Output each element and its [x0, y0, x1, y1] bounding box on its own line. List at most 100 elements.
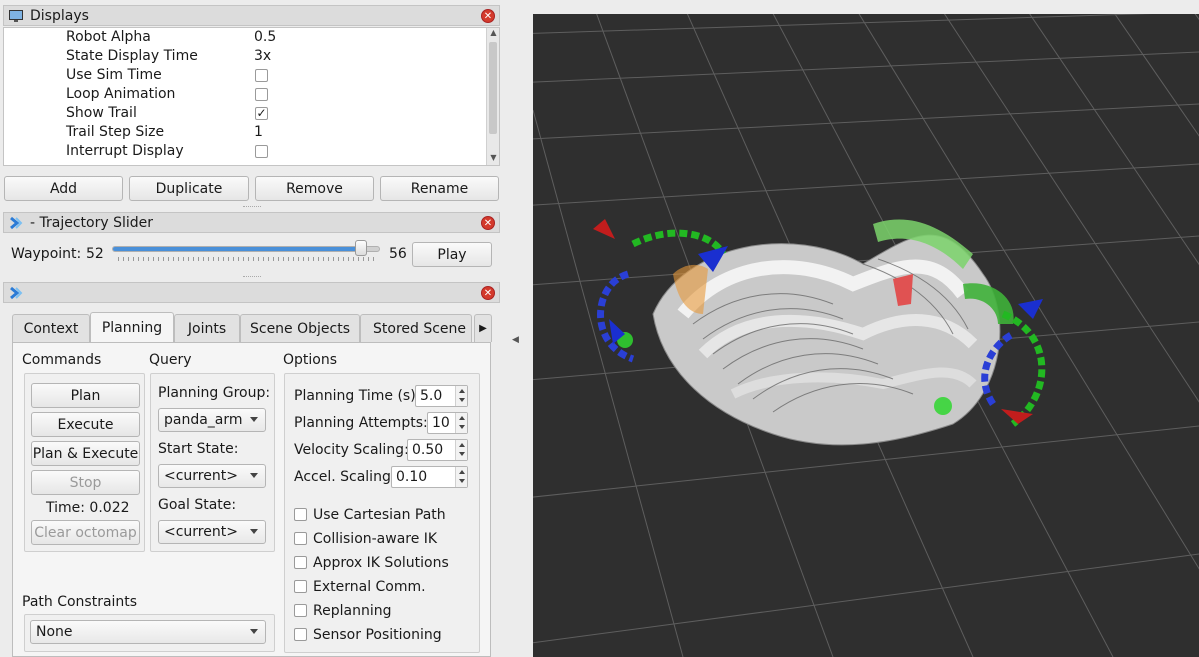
- tab-planning[interactable]: Planning: [90, 312, 174, 343]
- planning-group-value: panda_arm: [164, 412, 243, 428]
- accel-scaling-label: Accel. Scaling:: [294, 469, 396, 485]
- goal-state-value: <current>: [164, 524, 238, 540]
- loop-animation-checkbox[interactable]: [255, 88, 268, 101]
- interrupt-display-checkbox[interactable]: [255, 145, 268, 158]
- accel-scaling-spinbox[interactable]: 0.10: [391, 466, 468, 488]
- use-sim-time-checkbox[interactable]: [255, 69, 268, 82]
- waypoint-slider-handle[interactable]: [355, 240, 367, 256]
- waypoint-current: 52: [86, 246, 104, 262]
- planning-attempts-spinbox[interactable]: 10: [427, 412, 468, 434]
- property-row[interactable]: Interrupt Display: [4, 142, 488, 161]
- property-row[interactable]: Use Sim Time: [4, 66, 488, 85]
- property-value[interactable]: 1: [254, 124, 263, 140]
- spin-arrows-icon[interactable]: [455, 386, 467, 406]
- start-state-value: <current>: [164, 468, 238, 484]
- option-label: External Comm.: [313, 579, 426, 595]
- spin-arrows-icon[interactable]: [455, 413, 467, 433]
- path-constraints-select[interactable]: None: [30, 620, 266, 644]
- property-value[interactable]: 3x: [254, 48, 271, 64]
- property-row[interactable]: Robot Alpha 0.5: [4, 28, 488, 47]
- query-label: Query: [149, 352, 192, 368]
- planning-time-spinbox[interactable]: 5.0: [415, 385, 468, 407]
- property-row[interactable]: Show Trail ✓: [4, 104, 488, 123]
- scroll-down-icon[interactable]: ▼: [487, 153, 499, 165]
- external-comm-checkbox[interactable]: [294, 580, 307, 593]
- replanning-checkbox[interactable]: [294, 604, 307, 617]
- planning-group-select[interactable]: panda_arm: [158, 408, 266, 432]
- option-label: Approx IK Solutions: [313, 555, 449, 571]
- property-name: Show Trail: [66, 105, 137, 121]
- goal-state-select[interactable]: <current>: [158, 520, 266, 544]
- collision-aware-ik-checkbox[interactable]: [294, 532, 307, 545]
- sensor-positioning-checkbox[interactable]: [294, 628, 307, 641]
- tab-scroll-right-icon[interactable]: ▶: [474, 314, 492, 342]
- add-button[interactable]: Add: [4, 176, 123, 201]
- clear-octomap-button[interactable]: Clear octomap: [31, 520, 140, 545]
- planning-attempts-value: 10: [432, 415, 450, 431]
- tab-scene-objects[interactable]: Scene Objects: [240, 314, 360, 342]
- scroll-up-icon[interactable]: ▲: [487, 28, 499, 40]
- rviz-3d-view[interactable]: [533, 14, 1199, 657]
- property-row[interactable]: Loop Animation: [4, 85, 488, 104]
- property-name: Robot Alpha: [66, 29, 151, 45]
- trajectory-slider-header: - Trajectory Slider ✕: [3, 212, 500, 233]
- duplicate-button[interactable]: Duplicate: [129, 176, 249, 201]
- goal-state-label: Goal State:: [158, 497, 237, 513]
- planning-attempts-label: Planning Attempts:: [294, 415, 428, 431]
- 3d-scene[interactable]: [533, 14, 1199, 657]
- show-trail-checkbox[interactable]: ✓: [255, 107, 268, 120]
- motion-planning-close-icon[interactable]: ✕: [481, 286, 495, 300]
- tab-stored-scenes[interactable]: Stored Scene: [360, 314, 472, 342]
- waypoint-label: Waypoint:: [11, 246, 82, 262]
- splitter-handle[interactable]: [243, 276, 261, 279]
- displays-close-icon[interactable]: ✕: [481, 9, 495, 23]
- remove-button[interactable]: Remove: [255, 176, 374, 201]
- scrollbar-thumb[interactable]: [489, 42, 497, 134]
- trajectory-slider-title: - Trajectory Slider: [30, 214, 153, 231]
- start-state-label: Start State:: [158, 441, 239, 457]
- slider-ticks: [118, 257, 374, 261]
- chevron-down-icon: [250, 417, 258, 422]
- property-name: Loop Animation: [66, 86, 176, 102]
- property-value[interactable]: 0.5: [254, 29, 276, 45]
- trajectory-slider-close-icon[interactable]: ✕: [481, 216, 495, 230]
- splitter-handle[interactable]: [243, 206, 261, 209]
- option-label: Sensor Positioning: [313, 627, 442, 643]
- play-button[interactable]: Play: [412, 242, 492, 267]
- view-top-bar: [502, 0, 1199, 14]
- property-row[interactable]: State Display Time 3x: [4, 47, 488, 66]
- plan-button[interactable]: Plan: [31, 383, 140, 408]
- commands-label: Commands: [22, 352, 102, 368]
- collapse-left-icon[interactable]: ◀: [512, 335, 519, 345]
- spin-arrows-icon[interactable]: [455, 467, 467, 487]
- planning-group-label: Planning Group:: [158, 385, 271, 401]
- execute-button[interactable]: Execute: [31, 412, 140, 437]
- plan-and-execute-button[interactable]: Plan & Execute: [31, 441, 140, 466]
- tab-joints[interactable]: Joints: [174, 314, 240, 342]
- waypoint-slider-fill: [113, 247, 360, 251]
- start-state-select[interactable]: <current>: [158, 464, 266, 488]
- planning-time-label: Planning Time (s):: [294, 388, 421, 404]
- spin-arrows-icon[interactable]: [455, 440, 467, 460]
- waypoint-slider-track[interactable]: [112, 246, 380, 252]
- tab-context[interactable]: Context: [12, 314, 90, 342]
- property-name: Trail Step Size: [66, 124, 165, 140]
- property-row[interactable]: Trail Step Size 1: [4, 123, 488, 142]
- path-constraints-label: Path Constraints: [22, 594, 138, 610]
- velocity-scaling-label: Velocity Scaling:: [294, 442, 409, 458]
- chevron-down-icon: [250, 473, 258, 478]
- monitor-icon: [8, 8, 24, 24]
- velocity-scaling-spinbox[interactable]: 0.50: [407, 439, 468, 461]
- property-name: Use Sim Time: [66, 67, 162, 83]
- use-cartesian-path-checkbox[interactable]: [294, 508, 307, 521]
- waypoint-max: 56: [389, 246, 407, 262]
- options-label: Options: [283, 352, 338, 368]
- property-name: Interrupt Display: [66, 143, 184, 159]
- rviz-plugin-icon: [8, 215, 24, 231]
- displays-title: Displays: [30, 7, 89, 24]
- stop-button[interactable]: Stop: [31, 470, 140, 495]
- displays-scrollbar[interactable]: ▲ ▼: [486, 28, 499, 165]
- rename-button[interactable]: Rename: [380, 176, 499, 201]
- approx-ik-checkbox[interactable]: [294, 556, 307, 569]
- planning-time-value: 5.0: [420, 388, 443, 404]
